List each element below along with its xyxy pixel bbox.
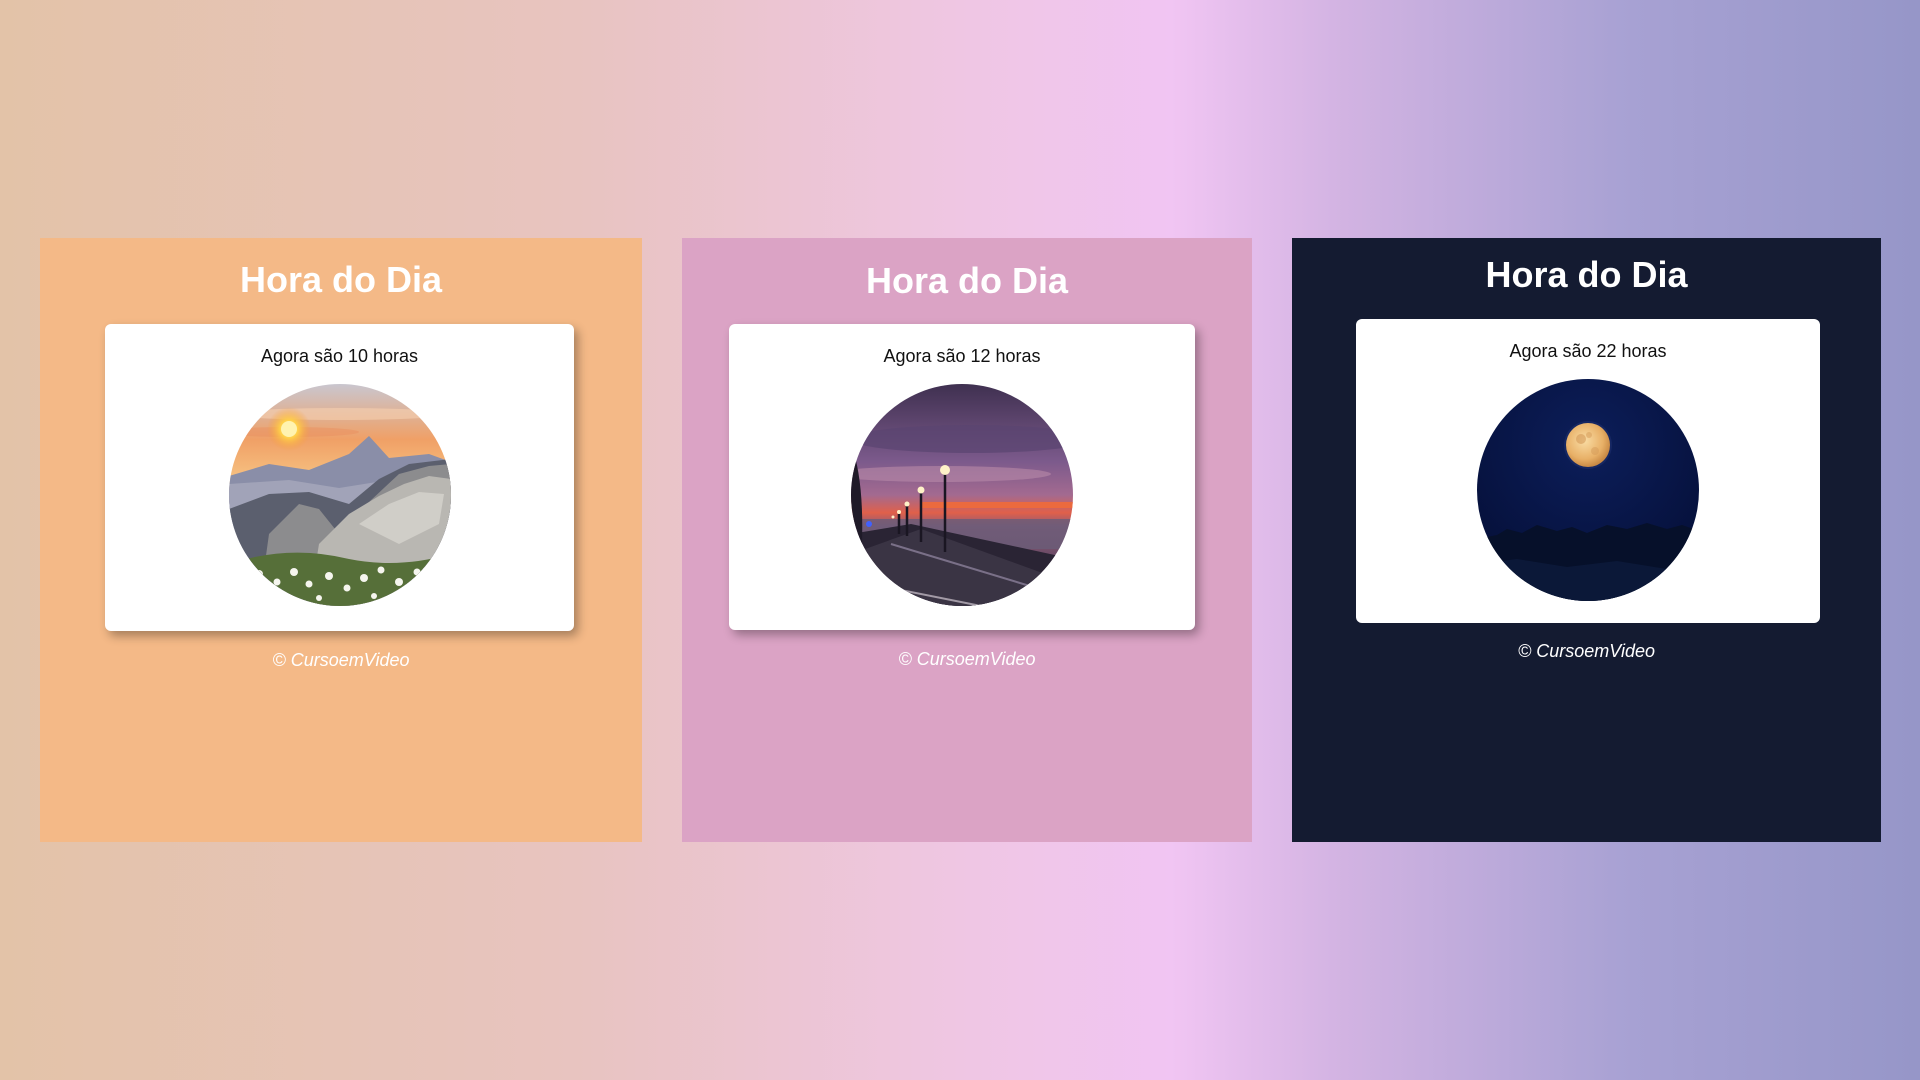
- panel-title: Hora do Dia: [239, 259, 443, 300]
- time-card: Agora são 10 horas: [105, 324, 574, 631]
- copyright-footer: © CursoemVideo: [1518, 641, 1655, 661]
- panel-title: Hora do Dia: [1485, 254, 1688, 295]
- panel-title: Hora do Dia: [865, 260, 1069, 301]
- time-card: Agora são 12 horas: [729, 324, 1195, 630]
- copyright-footer: © CursoemVideo: [898, 649, 1036, 669]
- time-message: Agora são 12 horas: [883, 346, 1041, 366]
- noon-panel: Hora do Dia Agora são 12 horas © Cursoem…: [682, 238, 1252, 842]
- copyright-footer: © CursoemVideo: [272, 650, 410, 670]
- night-panel: Hora do Dia Agora são 22 horas © Cursoem…: [1292, 238, 1881, 842]
- time-message: Agora são 10 horas: [260, 346, 419, 366]
- morning-panel: Hora do Dia Agora são 10 horas © Cursoem…: [40, 238, 642, 842]
- night-photo: [1477, 379, 1699, 601]
- dusk-photo: [851, 384, 1073, 606]
- time-card: Agora são 22 horas: [1356, 319, 1820, 623]
- morning-photo: [228, 384, 451, 606]
- time-message: Agora são 22 horas: [1509, 341, 1667, 361]
